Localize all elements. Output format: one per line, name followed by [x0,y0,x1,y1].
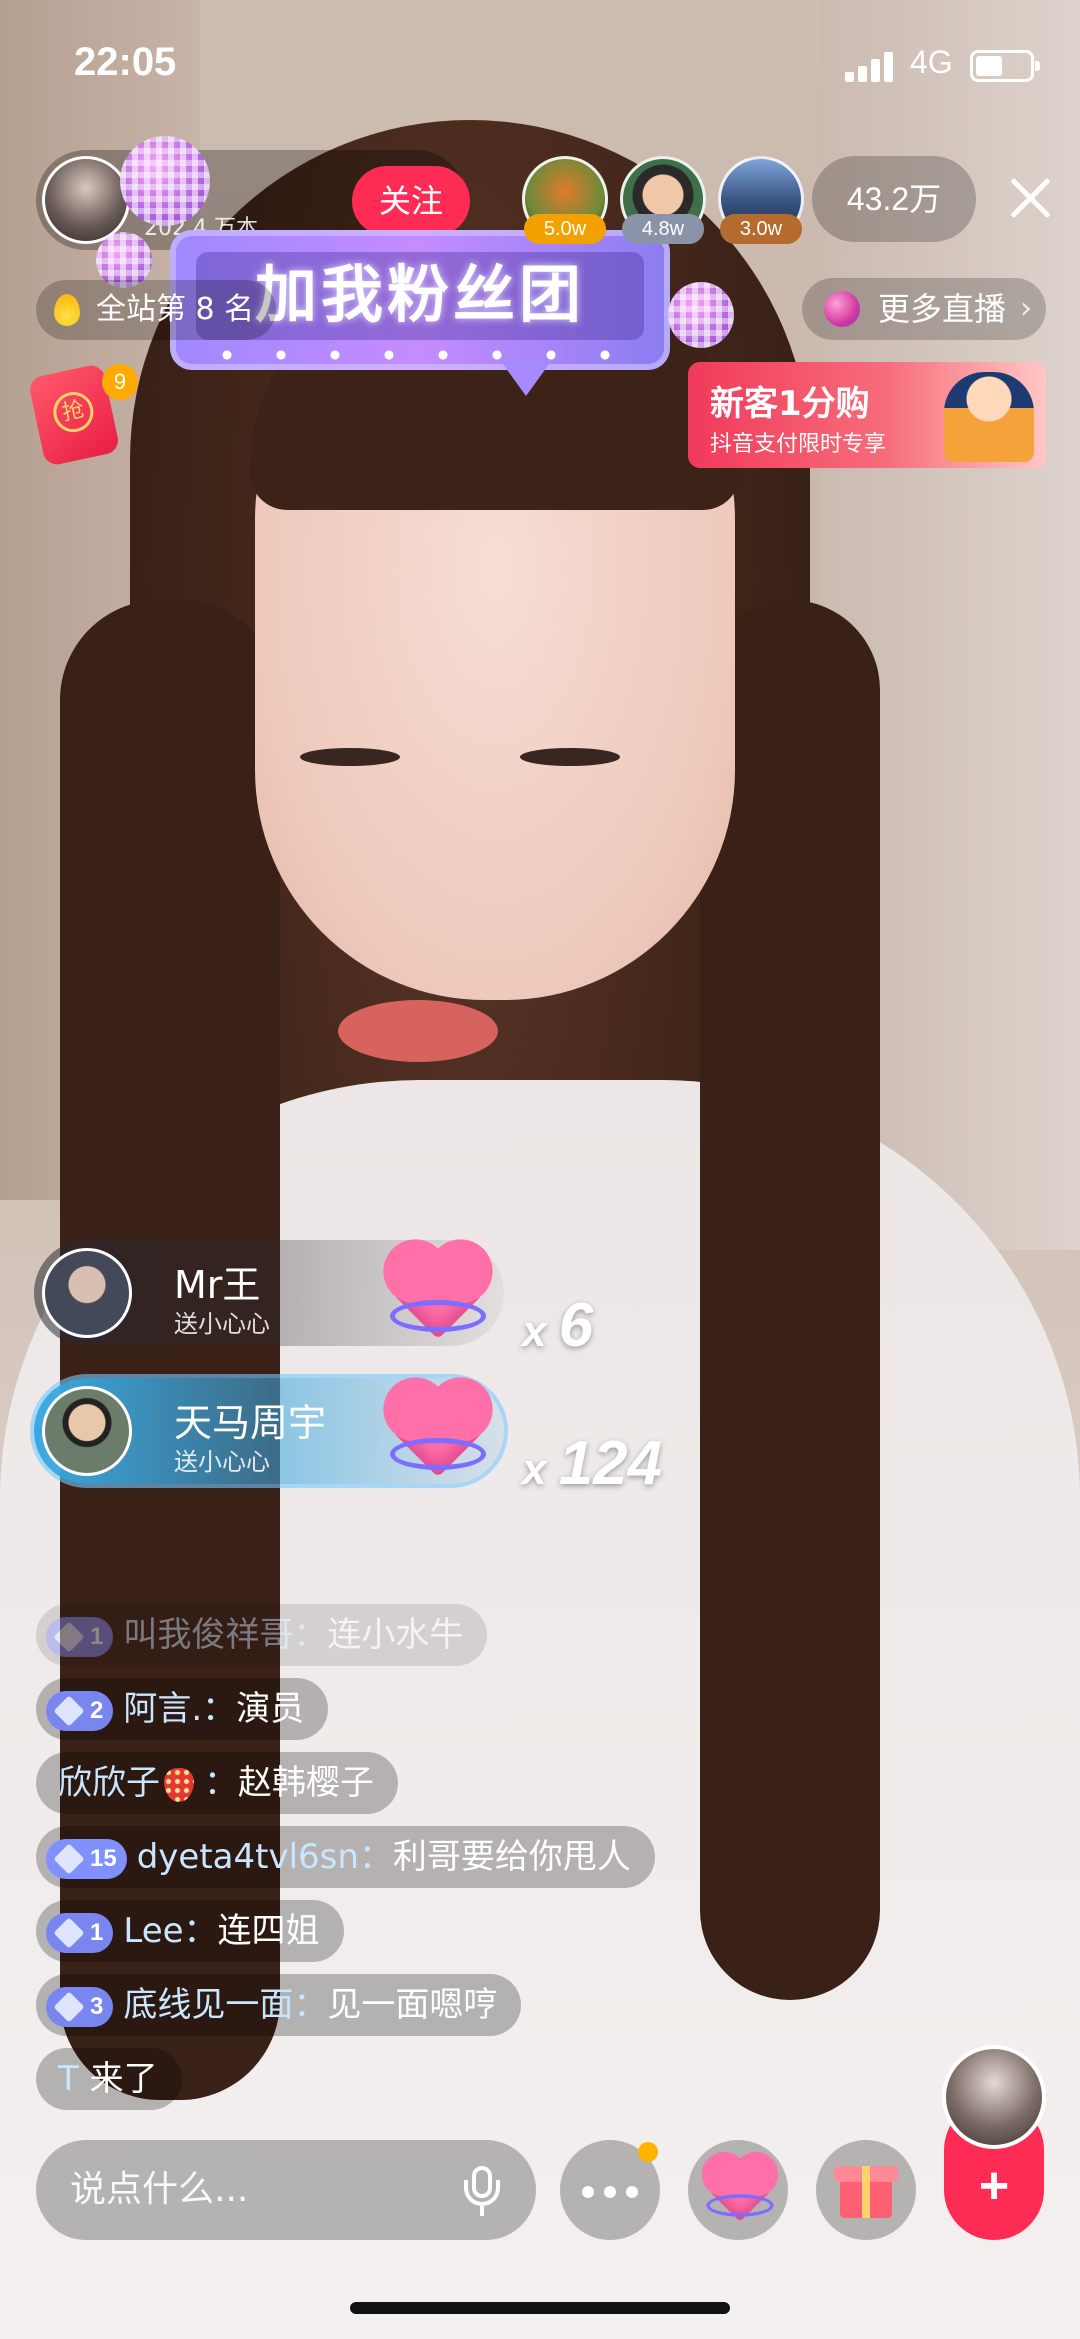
more-icon-dot [604,2186,616,2198]
more-button[interactable] [560,2140,660,2240]
gift-combo-count: x 124 [522,1429,663,1498]
battery-icon [970,50,1040,82]
heart-gift-icon [388,1386,488,1484]
gift-action: 送小心心 [174,1310,270,1338]
gift-action: 送小心心 [174,1448,270,1476]
user-level-badge: 2 [46,1690,114,1731]
chat-text: 利哥要给你甩人 [392,1837,631,1877]
chat-username[interactable]: 底线见一面 [123,1985,293,2025]
chat-username[interactable]: dyeta4tvl6sn [137,1837,359,1877]
gift-combo-count: x 6 [522,1291,594,1360]
chat-text: 连小水牛 [327,1615,464,1655]
chat-message[interactable]: 欣欣子 ：赵韩樱子 [36,1752,398,1814]
user-level-badge: 1 [46,1912,114,1953]
red-packet-count-badge: 9 [102,364,138,400]
audience-count[interactable]: 43.2万 [812,156,976,242]
user-level-badge: 15 [46,1838,127,1879]
user-level-badge: 3 [46,1986,114,2027]
disco-ball-decoration [668,282,734,348]
more-live-label: 更多直播 [878,290,1007,328]
chat-text: 见一面嗯哼 [327,1985,498,2025]
chat-message[interactable]: 2 阿言.：演员 [36,1678,329,1740]
flame-icon [54,294,80,326]
chat-message[interactable]: 1 Lee：连四姐 [36,1900,344,1962]
status-bar: 22:05 4G [0,0,1080,130]
chat-text: 演员 [236,1689,305,1729]
gift-sender-avatar[interactable] [42,1386,132,1476]
follow-button[interactable]: 关注 [352,166,470,236]
comment-input[interactable]: 说点什么... [36,2140,536,2240]
promo-title: 新客1分购 [710,384,870,424]
host-avatar[interactable] [42,156,130,244]
hourly-rank-badge[interactable]: 全站第 8 名 [36,280,276,340]
more-live-button[interactable]: 更多直播 › [802,278,1046,340]
home-indicator[interactable] [350,2302,730,2314]
notification-dot [638,2142,658,2162]
chat-username[interactable]: 阿言. [123,1689,202,1729]
chat-message[interactable]: 1 叫我俊祥哥：连小水牛 [36,1604,488,1666]
promo-banner[interactable]: 新客1分购 抖音支付限时专享 [688,362,1046,468]
network-type: 4G [910,44,953,80]
plus-icon: + [978,2157,1010,2215]
chat-username[interactable]: Lee [123,1911,183,1951]
close-icon[interactable] [1002,170,1058,226]
chat-text: 赵韩樱子 [238,1763,374,1803]
chat-username[interactable]: T [58,2059,79,2099]
profile-avatar[interactable] [942,2045,1046,2149]
chat-text: 连四姐 [217,1911,320,1951]
chevron-right-icon: › [1020,291,1032,326]
more-icon [582,2186,594,2198]
more-icon-dot [626,2186,638,2198]
chat-message[interactable]: 3 底线见一面：见一面嗯哼 [36,1974,522,2036]
strawberry-icon [164,1767,194,1802]
top-viewer-score-1: 5.0w [524,214,606,244]
promo-mascot-icon [944,372,1034,462]
gift-sender-name: 天马周宇 [174,1401,327,1445]
chat-username[interactable]: 欣欣子 [58,1763,160,1803]
red-packet-label: 抢 [49,388,98,436]
status-time: 22:05 [74,40,177,84]
chat-username[interactable]: 叫我俊祥哥 [123,1615,293,1655]
chat-message[interactable]: 15 dyeta4tvl6sn：利哥要给你甩人 [36,1826,655,1888]
promo-subtitle: 抖音支付限时专享 [710,432,887,457]
signal-icon [845,50,895,82]
globe-icon [824,291,860,327]
heart-gift-icon [705,2158,775,2227]
gift-sender-avatar[interactable] [42,1248,132,1338]
mic-icon[interactable] [464,2166,500,2216]
gift-button[interactable] [816,2140,916,2240]
rank-label: 全站第 8 名 [96,292,255,327]
like-button[interactable] [688,2140,788,2240]
disco-ball-decoration [120,136,210,226]
user-level-badge: 1 [46,1616,114,1657]
top-viewer-score-2: 4.8w [622,214,704,244]
chat-text: 来了 [89,2059,158,2099]
chat-message[interactable]: T 来了 [36,2048,182,2110]
heart-gift-icon [388,1248,488,1346]
top-viewer-score-3: 3.0w [720,214,802,244]
gift-sender-name: Mr王 [174,1263,261,1307]
